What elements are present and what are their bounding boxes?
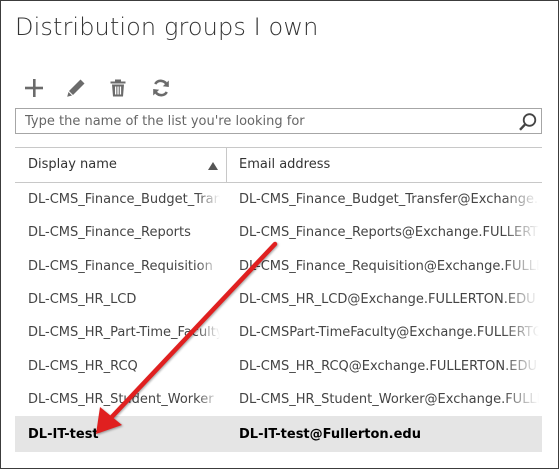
table-row[interactable]: DL-CMS_Finance_Reports DL-CMS_Finance_Re… bbox=[15, 216, 542, 249]
table-row[interactable]: DL-CMS_HR_Student_Worker DL-CMS_HR_Stude… bbox=[15, 383, 542, 416]
display-name-cell: DL-CMS_HR_Student_Worker bbox=[28, 391, 214, 407]
window-frame: Distribution groups I own Type the name … bbox=[0, 0, 559, 469]
display-name-cell: DL-CMS_Finance_Budget_Transfer bbox=[28, 192, 220, 208]
refresh-button[interactable] bbox=[148, 75, 174, 101]
pencil-icon bbox=[67, 79, 85, 97]
search-icon[interactable] bbox=[518, 112, 538, 132]
table-row[interactable]: DL-CMS_HR_Part-Time_Faculty DL-CMSPart-T… bbox=[15, 316, 542, 349]
table-row[interactable]: DL-CMS_Finance_Requisition DL-CMS_Financ… bbox=[15, 250, 542, 283]
email-address-cell: DL-CMS_HR_RCQ@Exchange.FULLERTON.EDU bbox=[239, 358, 537, 374]
add-button[interactable] bbox=[21, 75, 47, 101]
page-title: Distribution groups I own bbox=[15, 13, 319, 41]
plus-icon bbox=[25, 79, 43, 97]
column-divider[interactable] bbox=[226, 148, 227, 182]
display-name-cell: DL-CMS_HR_RCQ bbox=[28, 358, 138, 374]
email-address-cell: DL-CMSPart-TimeFaculty@Exchange.FULLERTO… bbox=[239, 325, 539, 341]
refresh-icon bbox=[153, 79, 169, 97]
trash-icon bbox=[110, 79, 126, 97]
email-address-cell: DL-CMS_Finance_Requisition@Exchange.FULL… bbox=[239, 258, 539, 274]
column-header-label: Email address bbox=[239, 157, 331, 172]
email-address-cell: DL-CMS_Finance_Budget_Transfer@Exchange.… bbox=[239, 192, 539, 208]
delete-button[interactable] bbox=[105, 75, 131, 101]
email-address-cell: DL-CMS_Finance_Reports@Exchange.FULLERTO… bbox=[239, 225, 539, 241]
email-address-cell: DL-CMS_HR_LCD@Exchange.FULLERTON.EDU bbox=[239, 292, 536, 308]
display-name-cell: DL-IT-test bbox=[28, 426, 99, 442]
search-input[interactable] bbox=[16, 109, 516, 133]
table-body: DL-CMS_Finance_Budget_Transfer DL-CMS_Fi… bbox=[15, 183, 542, 453]
table-row-selected[interactable]: DL-IT-test DL-IT-test@Fullerton.edu bbox=[15, 416, 542, 453]
table-row[interactable]: DL-CMS_HR_LCD DL-CMS_HR_LCD@Exchange.FUL… bbox=[15, 283, 542, 316]
table-row[interactable]: DL-CMS_HR_RCQ DL-CMS_HR_RCQ@Exchange.FUL… bbox=[15, 349, 542, 382]
email-address-cell: DL-IT-test@Fullerton.edu bbox=[239, 426, 421, 442]
display-name-cell: DL-CMS_HR_Part-Time_Faculty bbox=[28, 325, 220, 341]
column-header-email-address[interactable]: Email address bbox=[239, 148, 330, 182]
sort-ascending-icon bbox=[208, 162, 218, 170]
display-name-cell: DL-CMS_HR_LCD bbox=[28, 292, 137, 308]
email-address-cell: DL-CMS_HR_Student_Worker@Exchange.FULLER… bbox=[239, 391, 539, 407]
table-header: Display name Email address bbox=[15, 147, 542, 183]
display-name-cell: DL-CMS_Finance_Reports bbox=[28, 225, 191, 241]
edit-button[interactable] bbox=[63, 75, 89, 101]
search-box bbox=[15, 108, 542, 134]
distribution-groups-table: Display name Email address DL-CMS_Financ… bbox=[15, 147, 542, 455]
table-row[interactable]: DL-CMS_Finance_Budget_Transfer DL-CMS_Fi… bbox=[15, 183, 542, 216]
display-name-cell: DL-CMS_Finance_Requisition bbox=[28, 258, 213, 274]
column-header-label: Display name bbox=[28, 157, 117, 172]
column-header-display-name[interactable]: Display name bbox=[28, 148, 117, 182]
